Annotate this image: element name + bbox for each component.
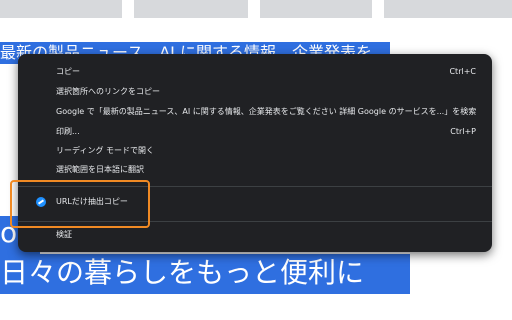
selected-tagline-text: 日々の暮らしをもっと便利に: [0, 254, 410, 294]
menu-item-copy-link-to-selection[interactable]: 選択箇所へのリンクをコピー: [18, 83, 492, 101]
menu-item-shortcut: Ctrl+C: [449, 67, 476, 76]
menu-item-label: 印刷...: [56, 127, 80, 136]
menu-item-label: 選択箇所へのリンクをコピー: [56, 87, 160, 96]
thumbnail-image: [260, 0, 372, 18]
menu-item-label: リーディング モードで開く: [56, 146, 154, 155]
thumbnail-image: [384, 0, 512, 18]
thumbnail-image: [0, 0, 122, 18]
menu-item-label: 検証: [56, 230, 72, 239]
highlight-box: [10, 180, 150, 228]
menu-item-reading-mode[interactable]: リーディング モードで開く: [18, 142, 492, 160]
menu-item-inspect[interactable]: 検証: [18, 226, 492, 244]
menu-item-search-google[interactable]: Google で「最新の製品ニュース、AI に関する情報、企業発表をご覧ください…: [18, 103, 492, 121]
menu-item-print[interactable]: 印刷... Ctrl+P: [18, 123, 492, 141]
menu-item-label: コピー: [56, 67, 80, 76]
menu-item-copy[interactable]: コピー Ctrl+C: [18, 63, 492, 81]
menu-item-shortcut: Ctrl+P: [450, 127, 476, 136]
menu-item-label: 選択範囲を日本語に翻訳: [56, 165, 144, 174]
menu-item-label: Google で「最新の製品ニュース、AI に関する情報、企業発表をご覧ください…: [56, 107, 477, 116]
thumbnail-image: [134, 0, 248, 18]
menu-item-translate-selection[interactable]: 選択範囲を日本語に翻訳: [18, 161, 492, 179]
